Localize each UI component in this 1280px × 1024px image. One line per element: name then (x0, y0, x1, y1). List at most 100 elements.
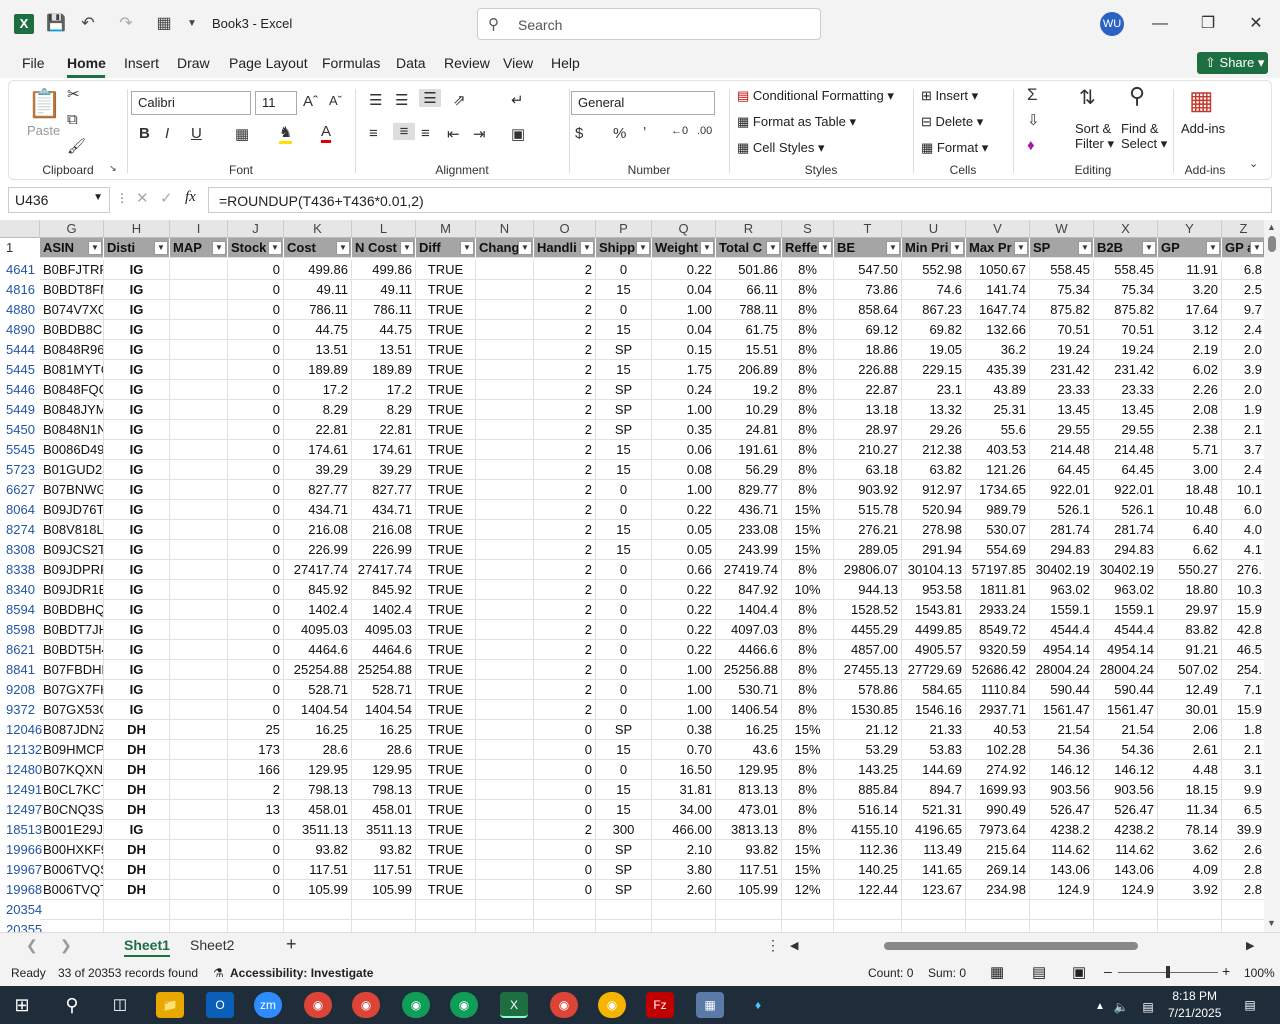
table-cell[interactable] (834, 920, 902, 932)
table-cell[interactable] (716, 900, 782, 920)
table-cell[interactable]: 8% (782, 380, 834, 400)
table-cell[interactable]: 8% (782, 760, 834, 780)
table-cell[interactable]: IG (104, 420, 170, 440)
table-cell[interactable]: 215.64 (966, 840, 1030, 860)
table-cell[interactable]: 39.29 (284, 460, 352, 480)
filter-dropdown-icon[interactable]: ▼ (1206, 241, 1220, 255)
table-cell[interactable]: 21.33 (902, 720, 966, 740)
table-cell[interactable]: 146.12 (1094, 760, 1158, 780)
table-cell[interactable]: 1528.52 (834, 600, 902, 620)
align-right-icon[interactable]: ≡ (421, 125, 430, 142)
table-cell[interactable]: 1402.4 (284, 600, 352, 620)
fill-color-icon[interactable]: ♞ (279, 123, 293, 144)
table-cell[interactable]: 216.08 (352, 520, 416, 540)
table-cell[interactable]: 15 (596, 320, 652, 340)
horizontal-scroll-thumb[interactable] (884, 942, 1138, 950)
scroll-up-icon[interactable]: ▲ (1267, 222, 1276, 232)
filter-dropdown-icon[interactable]: ▼ (1014, 241, 1028, 255)
row-header[interactable]: 12480 (0, 760, 42, 780)
table-cell[interactable]: 1543.81 (902, 600, 966, 620)
table-cell[interactable] (1094, 900, 1158, 920)
table-cell[interactable]: 117.51 (716, 860, 782, 880)
table-cell[interactable]: B0BDT8FM (40, 280, 104, 300)
table-cell[interactable]: 1.75 (652, 360, 716, 380)
table-cell[interactable] (476, 400, 534, 420)
table-cell[interactable] (476, 260, 534, 280)
table-cell[interactable]: 858.64 (834, 300, 902, 320)
table-cell[interactable]: 4.09 (1158, 860, 1222, 880)
table-cell[interactable]: TRUE (416, 460, 476, 480)
table-header-cell[interactable]: Chang ▼ (476, 238, 534, 258)
table-cell[interactable]: 39.29 (352, 460, 416, 480)
column-header[interactable]: X (1094, 220, 1158, 238)
table-cell[interactable]: 2 (534, 500, 596, 520)
table-cell[interactable]: 558.45 (1094, 260, 1158, 280)
table-cell[interactable]: SP (596, 400, 652, 420)
table-cell[interactable]: 507.02 (1158, 660, 1222, 680)
table-cell[interactable] (476, 660, 534, 680)
table-cell[interactable] (476, 780, 534, 800)
table-cell[interactable]: 8% (782, 280, 834, 300)
table-cell[interactable] (652, 920, 716, 932)
table-cell[interactable] (1158, 920, 1222, 932)
table-cell[interactable]: 798.13 (352, 780, 416, 800)
table-cell[interactable]: 29.26 (902, 420, 966, 440)
user-avatar[interactable]: WU (1100, 12, 1124, 36)
table-cell[interactable]: 845.92 (352, 580, 416, 600)
column-header[interactable]: U (902, 220, 966, 238)
table-cell[interactable] (170, 680, 228, 700)
table-cell[interactable]: 73.86 (834, 280, 902, 300)
conditional-formatting-button[interactable]: ▤ Conditional Formatting ▾ (737, 88, 894, 104)
table-cell[interactable]: IG (104, 440, 170, 460)
table-cell[interactable]: TRUE (416, 600, 476, 620)
table-cell[interactable]: 2.4 (1222, 460, 1264, 480)
filter-dropdown-icon[interactable]: ▼ (460, 241, 474, 255)
table-cell[interactable]: 1546.16 (902, 700, 966, 720)
table-cell[interactable]: 13 (228, 800, 284, 820)
table-cell[interactable]: 75.34 (1030, 280, 1094, 300)
table-cell[interactable]: 1559.1 (1030, 600, 1094, 620)
filter-dropdown-icon[interactable]: ▼ (580, 241, 594, 255)
table-cell[interactable]: 845.92 (284, 580, 352, 600)
table-cell[interactable]: 15 (596, 540, 652, 560)
table-cell[interactable] (104, 900, 170, 920)
table-cell[interactable]: 2 (534, 400, 596, 420)
table-cell[interactable]: 875.82 (1030, 300, 1094, 320)
table-cell[interactable]: 15% (782, 500, 834, 520)
table-cell[interactable] (476, 880, 534, 900)
table-cell[interactable]: 530.71 (716, 680, 782, 700)
table-cell[interactable]: 0.66 (652, 560, 716, 580)
table-cell[interactable] (170, 740, 228, 760)
table-cell[interactable] (170, 660, 228, 680)
borders-icon[interactable]: ▦ (235, 125, 249, 143)
font-name-select[interactable]: Calibri (131, 91, 251, 115)
table-cell[interactable]: TRUE (416, 520, 476, 540)
table-cell[interactable]: 78.14 (1158, 820, 1222, 840)
table-cell[interactable]: 29.55 (1030, 420, 1094, 440)
task-view-icon[interactable]: ◫ (106, 992, 134, 1018)
table-cell[interactable]: 3.92 (1158, 880, 1222, 900)
table-cell[interactable]: 0 (534, 860, 596, 880)
table-cell[interactable] (476, 520, 534, 540)
table-cell[interactable]: 53.83 (902, 740, 966, 760)
orientation-icon[interactable]: ⇗ (453, 91, 466, 109)
filter-dropdown-icon[interactable]: ▼ (268, 241, 282, 255)
table-cell[interactable] (782, 900, 834, 920)
table-cell[interactable]: 0 (228, 540, 284, 560)
table-cell[interactable]: 63.18 (834, 460, 902, 480)
table-cell[interactable]: TRUE (416, 580, 476, 600)
table-cell[interactable]: 3.00 (1158, 460, 1222, 480)
table-cell[interactable]: 2 (534, 380, 596, 400)
row-header[interactable]: 12497 (0, 800, 42, 820)
table-cell[interactable]: 0 (596, 600, 652, 620)
table-cell[interactable]: B0CL7KCT (40, 780, 104, 800)
table-header-cell[interactable]: Cost ▼ (284, 238, 352, 258)
table-cell[interactable]: 0 (228, 660, 284, 680)
table-cell[interactable]: 894.7 (902, 780, 966, 800)
column-header[interactable]: T (834, 220, 902, 238)
table-cell[interactable] (476, 300, 534, 320)
table-cell[interactable]: IG (104, 520, 170, 540)
collapse-ribbon-icon[interactable]: ⌄ (1249, 157, 1258, 170)
table-cell[interactable]: B0BDT7JH (40, 620, 104, 640)
table-cell[interactable]: 69.82 (902, 320, 966, 340)
